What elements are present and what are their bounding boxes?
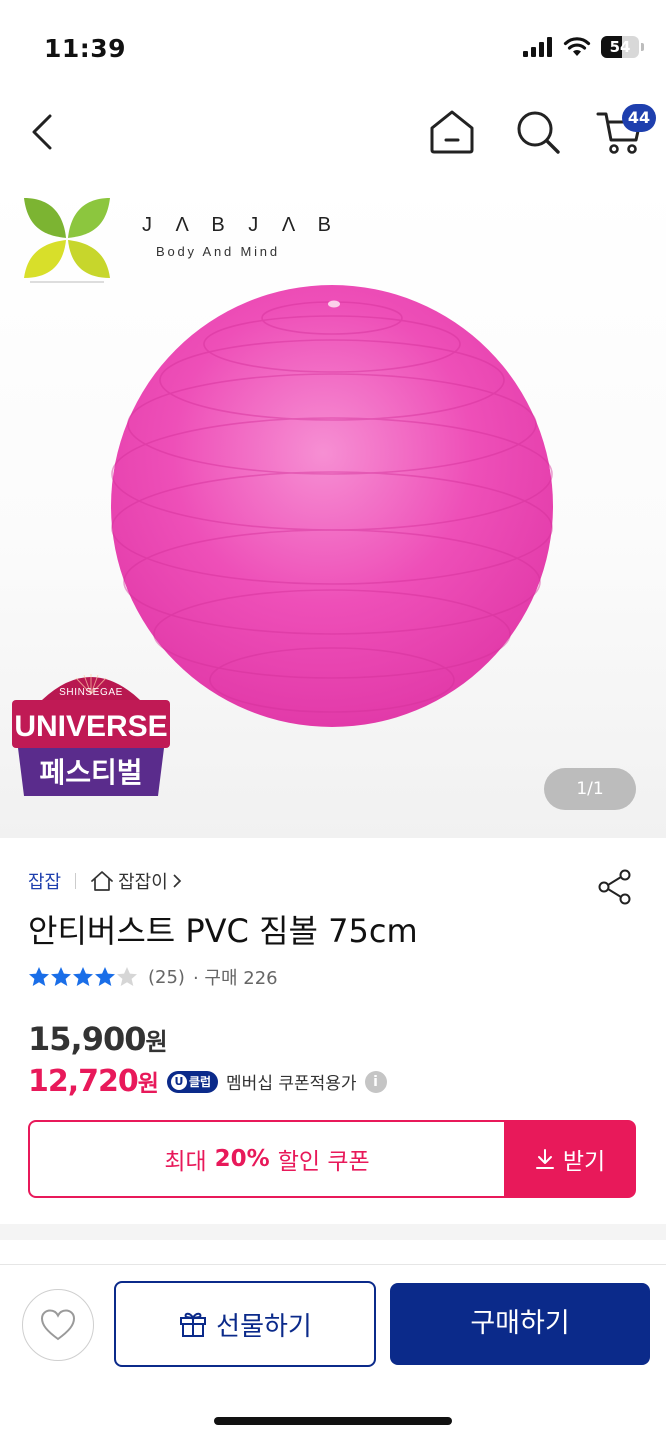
download-icon [535, 1149, 554, 1169]
battery-cap [641, 43, 644, 51]
gift-icon [180, 1312, 207, 1337]
sale-price-value: 12,720 [28, 1064, 139, 1099]
rating-row[interactable]: (25) · 구매 226 [28, 964, 278, 990]
festival-line2: UNIVERSE [14, 710, 167, 743]
coupon-button-label: 받기 [562, 1149, 606, 1175]
gallery-page-indicator: 1/1 [544, 768, 636, 810]
signal-icon [523, 37, 552, 57]
nav-bar [0, 92, 666, 178]
back-icon[interactable] [22, 110, 66, 154]
product-info: 잡잡 잡잡이 안티버스트 PVC 짐볼 75cm (25) · 구매 226 1… [0, 838, 666, 1224]
share-icon[interactable] [596, 868, 634, 906]
original-price-value: 15,900 [28, 1020, 146, 1058]
festival-line3: 페스티벌 [39, 756, 142, 789]
coupon-banner[interactable]: 최대 20% 할인 쿠폰 [28, 1120, 506, 1198]
gym-ball-image [111, 285, 553, 727]
status-time: 11:39 [44, 34, 127, 63]
brand-logo [24, 198, 110, 283]
product-title: 안티버스트 PVC 짐볼 75cm [28, 912, 418, 950]
brand-name: J Λ B J Λ B [142, 214, 340, 236]
gift-button-label: 선물하기 [216, 1311, 312, 1342]
heart-icon [40, 1309, 76, 1341]
uclub-badge: U 클럽 [166, 1070, 219, 1093]
home-indicator [214, 1417, 452, 1425]
home-icon[interactable] [426, 106, 478, 158]
divider [75, 873, 77, 889]
chevron-right-icon [173, 874, 182, 888]
buy-button[interactable]: 구매하기 [390, 1283, 650, 1365]
search-icon[interactable] [512, 106, 564, 158]
wishlist-button[interactable] [22, 1289, 94, 1361]
product-image-gallery[interactable]: J Λ B J Λ B Body And Mind SHINSEGAE UNIV… [0, 178, 666, 838]
house-icon [91, 871, 113, 891]
status-bar: 11:39 54 [0, 0, 666, 92]
sale-price-row: 12,720원 U 클럽 멤버십 쿠폰적용가 i [28, 1064, 387, 1099]
seller-row: 잡잡 잡잡이 [28, 868, 182, 894]
status-icons: 54 [523, 36, 644, 58]
sale-price: 12,720원 [28, 1064, 159, 1099]
store-link[interactable]: 잡잡이 [90, 868, 182, 894]
original-price: 15,900원 [28, 1020, 168, 1058]
seller-name[interactable]: 잡잡 [28, 868, 61, 894]
sale-price-currency: 원 [137, 1071, 159, 1097]
coupon-prefix: 최대 [164, 1149, 207, 1175]
gift-button[interactable]: 선물하기 [114, 1281, 376, 1367]
coupon-percent: 20% [214, 1146, 270, 1172]
original-price-currency: 원 [145, 1028, 168, 1056]
coupon-download-button[interactable]: 받기 [504, 1120, 636, 1198]
section-divider [0, 1224, 666, 1240]
battery-icon: 54 [601, 36, 639, 58]
battery-level: 54 [609, 38, 631, 56]
review-count: (25) [148, 966, 185, 988]
uclub-u-mark: U [170, 1073, 187, 1090]
festival-line1: SHINSEGAE [59, 687, 123, 698]
wifi-icon [563, 37, 591, 56]
uclub-badge-label: 클럽 [188, 1074, 212, 1089]
purchase-count: · 구매 226 [192, 968, 278, 989]
bottom-action-bar: 선물하기 구매하기 [0, 1264, 666, 1440]
brand-tagline: Body And Mind [156, 244, 280, 259]
cart-count-badge[interactable]: 44 [622, 104, 656, 132]
info-icon[interactable]: i [364, 1070, 387, 1093]
membership-price-label: 멤버십 쿠폰적용가 [226, 1074, 357, 1094]
coupon-suffix: 할인 쿠폰 [277, 1149, 370, 1175]
store-link-label: 잡잡이 [118, 872, 168, 893]
rating-stars [29, 967, 137, 986]
festival-badge: SHINSEGAE UNIVERSE 페스티벌 [12, 674, 170, 796]
